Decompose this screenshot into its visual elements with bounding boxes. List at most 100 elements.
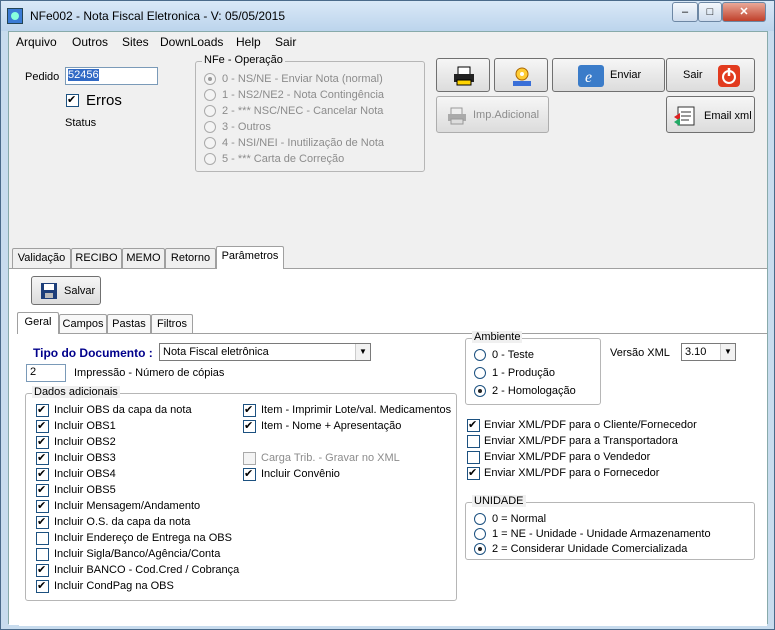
operacao-radio-1[interactable] <box>204 89 216 101</box>
menu-bar: Arquivo Outros Sites DownLoads Help Sair <box>9 32 767 52</box>
chevron-down-icon: ▼ <box>355 344 370 360</box>
imp-adicional-button[interactable]: Imp.Adicional <box>436 96 549 133</box>
tools-button[interactable] <box>494 58 548 92</box>
tipo-documento-label: Tipo do Documento : <box>33 346 153 360</box>
erros-label: Erros <box>86 92 122 109</box>
menu-outros[interactable]: Outros <box>72 35 108 49</box>
unidade-radio-2[interactable] <box>474 543 486 555</box>
sair-button[interactable]: Sair <box>666 58 755 92</box>
copies-input[interactable]: 2 <box>26 364 66 382</box>
enviar-xml-checkbox[interactable] <box>467 466 480 480</box>
dados-checkbox[interactable] <box>243 403 256 417</box>
dados-checkbox[interactable] <box>36 532 49 545</box>
dados-checkbox[interactable] <box>36 403 49 417</box>
dados-checkbox[interactable] <box>243 452 256 465</box>
minimize-button[interactable]: – <box>672 2 698 22</box>
operacao-radio-0[interactable] <box>204 73 216 85</box>
dados-label: Item - Nome + Apresentação <box>261 420 402 432</box>
dados-checkbox[interactable] <box>36 435 49 449</box>
menu-downloads[interactable]: DownLoads <box>160 35 223 49</box>
tab-parametros[interactable]: Parâmetros <box>216 246 284 269</box>
ambiente-label-1: 1 - Produção <box>492 367 555 379</box>
salvar-button[interactable]: Salvar <box>31 276 101 305</box>
dados-adicionais-group: Dados adicionais Incluir OBS da capa da … <box>25 386 457 601</box>
dados-label: Incluir CondPag na OBS <box>54 580 174 592</box>
ambiente-label-2: 2 - Homologação <box>492 385 576 397</box>
erros-checkbox[interactable] <box>66 93 79 107</box>
enviar-xml-checkbox[interactable] <box>467 435 480 448</box>
pedido-label: Pedido <box>25 71 60 83</box>
operacao-label-3: 3 - Outros <box>222 121 271 133</box>
status-label: Status <box>65 117 97 129</box>
tab-memo[interactable]: MEMO <box>122 248 165 268</box>
menu-sites[interactable]: Sites <box>122 35 149 49</box>
tab-campos[interactable]: Campos <box>59 314 107 334</box>
enviar-xml-checkbox[interactable] <box>467 418 480 432</box>
dados-checkbox[interactable] <box>243 419 256 433</box>
ambiente-radio-2[interactable] <box>474 385 486 397</box>
dados-checkbox[interactable] <box>36 563 49 577</box>
tab-validacao[interactable]: Validação <box>12 248 71 268</box>
parametros-panel: Salvar Geral Campos Pastas Filtros Tipo … <box>9 268 767 626</box>
title-bar: NFe002 - Nota Fiscal Eletronica - V: 05/… <box>1 1 774 31</box>
dados-checkbox[interactable] <box>243 467 256 481</box>
versao-xml-select[interactable]: 3.10 ▼ <box>681 343 736 361</box>
floppy-save-icon <box>41 283 57 299</box>
ambiente-radio-0[interactable] <box>474 349 486 361</box>
pedido-input[interactable]: 52456 <box>65 67 158 85</box>
email-xml-button[interactable]: Email xml <box>666 96 755 133</box>
printer-icon <box>454 66 474 86</box>
tab-geral[interactable]: Geral <box>17 312 59 334</box>
operacao-label-0: 0 - NS/NE - Enviar Nota (normal) <box>222 73 383 85</box>
tab-retorno[interactable]: Retorno <box>165 248 216 268</box>
geral-panel: Tipo do Documento : Nota Fiscal eletrôni… <box>19 331 767 626</box>
unidade-radio-1[interactable] <box>474 528 486 540</box>
dados-checkbox[interactable] <box>36 548 49 561</box>
dados-checkbox[interactable] <box>36 499 49 513</box>
svg-text:e: e <box>585 69 592 86</box>
ambiente-radio-1[interactable] <box>474 367 486 379</box>
dados-label: Incluir Endereço de Entrega na OBS <box>54 532 232 544</box>
dados-label: Carga Trib. - Gravar no XML <box>261 452 400 464</box>
unidade-radio-0[interactable] <box>474 513 486 525</box>
dados-checkbox[interactable] <box>36 451 49 465</box>
dados-checkbox[interactable] <box>36 515 49 529</box>
ambiente-group: Ambiente 0 - Teste 1 - Produção 2 - Homo… <box>465 331 601 405</box>
operacao-radio-4[interactable] <box>204 137 216 149</box>
tab-recibo[interactable]: RECIBO <box>71 248 122 268</box>
power-icon <box>718 65 740 87</box>
email-icon <box>674 106 695 126</box>
unidade-title: UNIDADE <box>472 495 526 507</box>
enviar-xml-label: Enviar XML/PDF para o Cliente/Fornecedor <box>484 419 697 431</box>
dados-label: Incluir Convênio <box>261 468 340 480</box>
operacao-label-4: 4 - NSI/NEI - Inutilização de Nota <box>222 137 385 149</box>
gears-icon <box>513 67 531 86</box>
print-button[interactable] <box>436 58 490 92</box>
dados-label: Incluir Sigla/Banco/Agência/Conta <box>54 548 221 560</box>
operacao-radio-3[interactable] <box>204 121 216 133</box>
menu-sair[interactable]: Sair <box>275 35 296 49</box>
tab-pastas[interactable]: Pastas <box>107 314 151 334</box>
dados-checkbox[interactable] <box>36 467 49 481</box>
operacao-radio-5[interactable] <box>204 153 216 165</box>
dados-checkbox[interactable] <box>36 579 49 593</box>
dados-checkbox[interactable] <box>36 483 49 497</box>
operacao-radio-2[interactable] <box>204 105 216 117</box>
dados-checkbox[interactable] <box>36 419 49 433</box>
enviar-xml-label: Enviar XML/PDF para a Transportadora <box>484 435 678 447</box>
window-title: NFe002 - Nota Fiscal Eletronica - V: 05/… <box>30 9 286 23</box>
tipo-documento-select[interactable]: Nota Fiscal eletrônica ▼ <box>159 343 371 361</box>
main-window: NFe002 - Nota Fiscal Eletronica - V: 05/… <box>0 0 775 630</box>
tab-filtros[interactable]: Filtros <box>151 314 193 334</box>
enviar-button[interactable]: e Enviar <box>552 58 665 92</box>
maximize-button[interactable]: □ <box>698 2 722 22</box>
dados-label: Item - Imprimir Lote/val. Medicamentos <box>261 404 452 416</box>
unidade-group: UNIDADE 0 = Normal 1 = NE - Unidade - Un… <box>465 495 755 560</box>
nfe-operacao-title: NFe - Operação <box>202 54 285 66</box>
enviar-xml-checkbox[interactable] <box>467 451 480 464</box>
close-button[interactable]: ✕ <box>722 2 766 22</box>
menu-arquivo[interactable]: Arquivo <box>16 35 57 49</box>
dados-label: Incluir OBS1 <box>54 420 116 432</box>
dados-label: Incluir OBS da capa da nota <box>54 404 192 416</box>
menu-help[interactable]: Help <box>236 35 261 49</box>
